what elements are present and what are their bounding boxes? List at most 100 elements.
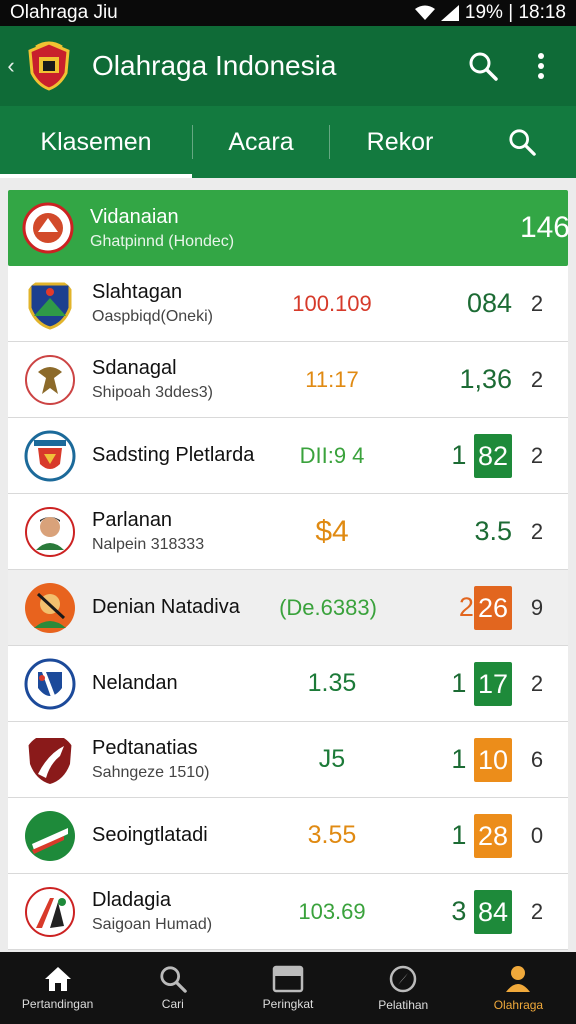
team-rank: 2 [530,518,544,544]
team-name: Parlanan [92,509,173,531]
team-row[interactable]: Dladagia Saigoan Humad) 103.69 3 84 2 [8,874,568,950]
team-points: 1 10 [392,737,512,782]
team-row[interactable]: Sdanagal Shipoah 3ddes3) 11:17 1,36 2 [8,342,568,418]
back-icon[interactable]: ‹ [0,53,22,79]
nav-search[interactable]: Cari [115,952,230,1024]
team-points: 3.5 [474,516,512,546]
nav-sports[interactable]: Olahraga [461,952,576,1024]
team-odds: 3.55 [307,821,357,849]
bottom-nav: Pertandingan Cari Peringkat Pelatihan Ol… [0,952,576,1024]
app-bar: ‹ Olahraga Indonesia [0,26,576,106]
tray-icon [272,965,304,993]
leader-points: 146 [519,211,570,244]
nav-rankings[interactable]: Peringkat [230,952,345,1024]
team-rank: 2 [530,442,544,468]
team-name: Dladagia [92,889,171,911]
team-subtitle: Shipoah 3ddes3) [92,384,213,401]
leader-row[interactable]: Vidanaian Ghatpinnd (Hondec) 146 [8,190,570,266]
team-points: 3 84 [392,889,512,934]
team-crest-icon [28,282,72,330]
leader-names: Vidanaian Ghatpinnd (Hondec) [90,206,270,251]
team-name: Sadsting Pletlarda [92,444,255,466]
tab-search[interactable] [470,106,574,178]
player-avatar-icon [25,582,75,633]
team-row-selected[interactable]: Denian Natadiva (De.6383) 2 26 9 [8,570,568,646]
team-rank: 6 [530,746,544,772]
team-odds: (De.6383) [279,594,377,620]
team-odds: 100.109 [292,290,372,316]
team-rank: 2 [530,898,544,924]
team-points: 2 26 [392,585,512,630]
team-rank: 2 [530,670,544,696]
status-bar: Olahraga Jiu 19% | 18:18 [0,0,576,26]
team-row[interactable]: Sadsting Pletlarda DII:9 4 1 82 2 [8,418,568,494]
team-name: Sdanagal [92,357,177,379]
team-name: Slahtagan [92,281,183,303]
points-pill: 84 [473,889,512,934]
team-crest-icon [25,354,75,405]
team-points: 1,36 [459,364,512,394]
team-rank: 2 [530,366,544,392]
team-row[interactable]: Nelandan 1.35 1 17 2 [8,646,568,722]
team-name: Pedtanatias [92,737,198,759]
team-odds: 103.69 [298,898,366,924]
team-subtitle: Sahngeze 1510) [92,764,210,781]
team-odds: 1.35 [307,669,357,697]
team-odds: $4 [315,514,349,548]
points-pill: 28 [473,813,512,858]
team-odds: J5 [318,745,346,773]
expand-icon[interactable] [570,215,576,241]
club-crest-icon [28,41,70,91]
team-row[interactable]: Slahtagan Oaspbiqd(Oneki) 100.109 084 2 [8,266,568,342]
wifi-icon [414,5,435,20]
team-row[interactable]: Seoingtlatadi 3.55 1 28 0 [8,798,568,874]
points-pill: 10 [473,737,512,782]
team-subtitle: Oaspbiqd(Oneki) [92,308,213,325]
team-crest-icon [24,658,76,709]
signal-icon [440,5,459,21]
team-crest-icon [28,737,72,784]
app-title: Olahraga Indonesia [92,50,337,81]
team-subtitle: Ghatpinnd (Hondec) [90,232,235,250]
compass-icon [389,965,417,993]
nav-matches[interactable]: Pertandingan [0,952,115,1024]
points-pill: 26 [473,585,512,630]
team-points: 1 82 [392,433,512,478]
person-icon [506,966,531,992]
team-odds: 11:17 [305,366,359,392]
team-subtitle: Nalpein 318333 [92,536,205,553]
points-pill: 17 [473,661,512,706]
team-name: Vidanaian [90,205,179,228]
battery-time: 19% | 18:18 [464,2,566,23]
status-carrier: Olahraga Jiu [10,2,118,23]
tab-events[interactable]: Acara [193,106,329,178]
nav-training[interactable]: Pelatihan [346,952,461,1024]
team-name: Nelandan [92,672,178,694]
home-icon [44,967,71,991]
player-avatar-icon [25,506,75,557]
search-icon[interactable] [460,43,506,89]
status-indicators: 19% | 18:18 [414,2,566,24]
team-rank: 9 [530,594,544,620]
team-points: 1 17 [392,661,512,706]
tab-records[interactable]: Rekor [330,106,470,178]
team-row[interactable]: Parlanan Nalpein 318333 $4 3.5 2 [8,494,568,570]
tab-bar: Klasemen Acara Rekor [0,106,576,178]
team-crest-icon [24,430,76,481]
team-crest-icon [25,810,75,861]
team-subtitle: Saigoan Humad) [92,916,213,933]
more-vert-icon[interactable] [518,43,564,89]
team-rank: 0 [530,822,544,848]
tab-standings[interactable]: Klasemen [0,106,192,178]
search-icon [160,966,187,993]
points-pill: 82 [473,433,512,478]
team-points: 084 [466,288,512,318]
team-crest-icon [22,202,74,254]
team-name: Denian Natadiva [92,596,240,618]
team-rank: 2 [530,290,544,316]
team-name: Seoingtlatadi [92,824,208,846]
standings-list: Vidanaian Ghatpinnd (Hondec) 146 Slahtag… [8,190,570,950]
team-points: 1 28 [392,813,512,858]
team-row[interactable]: Pedtanatias Sahngeze 1510) J5 1 10 6 [8,722,568,798]
search-icon[interactable] [508,128,536,156]
